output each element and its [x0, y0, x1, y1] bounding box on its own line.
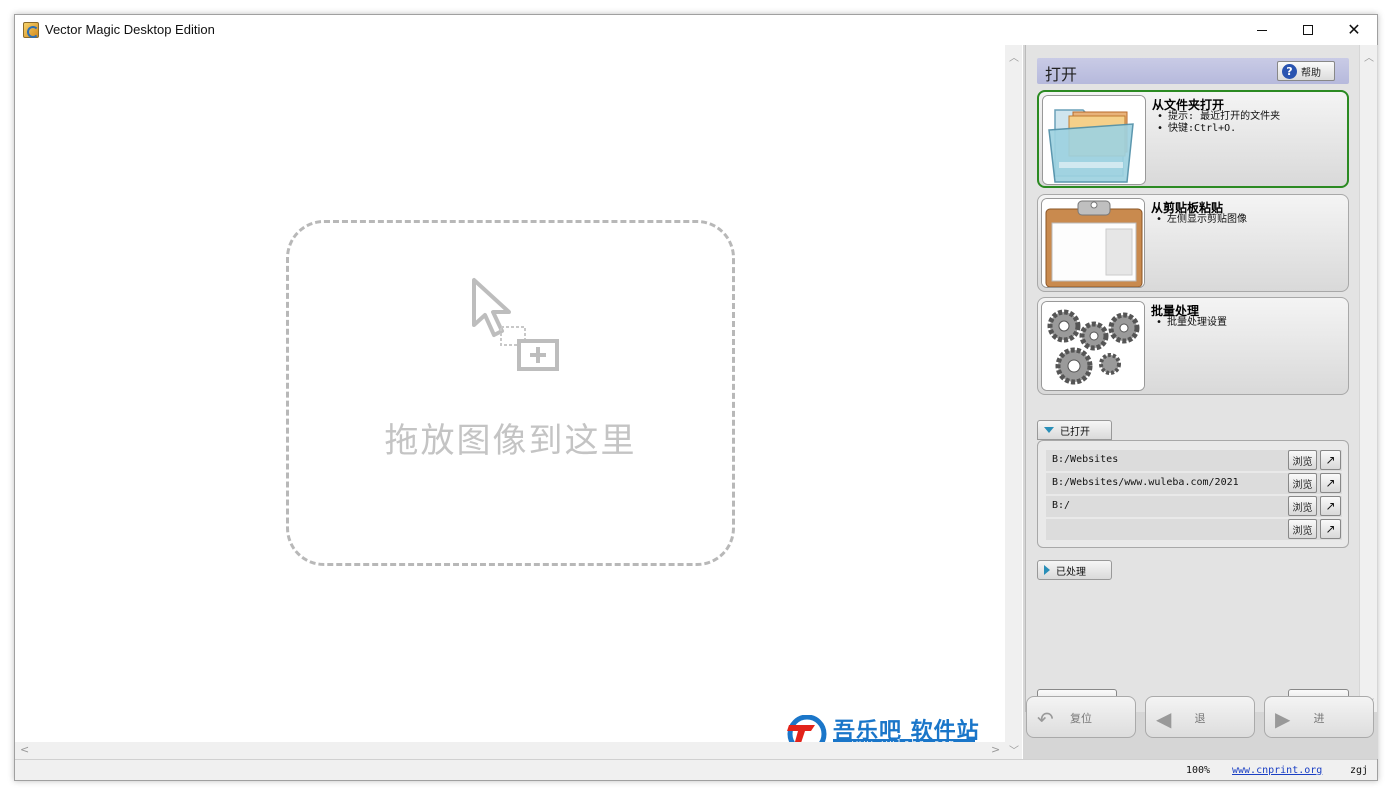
card-bullets: 提示: 最近打开的文件夹 快键:Ctrl+O. [1157, 111, 1280, 135]
back-button[interactable]: ◀ 退 [1145, 696, 1255, 738]
browse-button[interactable]: 浏览 [1288, 496, 1317, 516]
drag-drop-cursor-icon [472, 278, 559, 371]
scroll-right-icon[interactable]: > [991, 743, 1000, 756]
open-from-folder-card[interactable]: 从文件夹打开 提示: 最近打开的文件夹 快键:Ctrl+O. [1037, 90, 1349, 188]
status-bar: 100% www.cnprint.org zgj [15, 759, 1377, 780]
minimize-button[interactable] [1239, 15, 1285, 45]
scroll-down-icon[interactable]: ﹀ [1009, 742, 1019, 757]
gears-thumbnail [1041, 301, 1145, 391]
recent-folder-path: B:/ [1052, 500, 1071, 511]
help-label: 帮助 [1301, 67, 1321, 79]
expand-down-icon [1044, 427, 1054, 433]
scroll-left-icon[interactable]: < [20, 743, 29, 756]
scroll-up-icon[interactable]: ︿ [1009, 49, 1019, 64]
open-external-icon[interactable]: ↗ [1320, 519, 1341, 539]
browse-button[interactable]: 浏览 [1288, 519, 1317, 539]
drop-hint-text: 拖放图像到这里 [384, 421, 637, 461]
opened-tab-label: 已打开 [1060, 426, 1090, 438]
opened-tab[interactable]: 已打开 [1037, 420, 1112, 440]
vertical-scrollbar[interactable]: ︿ ﹀ [1005, 45, 1022, 759]
card-bullet: 快键:Ctrl+O. [1157, 123, 1280, 135]
back-label: 退 [1194, 712, 1206, 725]
clipboard-icon [1042, 199, 1144, 287]
clipboard-thumbnail [1041, 198, 1145, 288]
card-bullet: 提示: 最近打开的文件夹 [1157, 111, 1280, 123]
app-logo-icon [23, 22, 39, 38]
help-button[interactable]: ? 帮助 [1277, 61, 1335, 81]
help-icon: ? [1282, 63, 1297, 79]
panel-header-title: 打开 [1045, 65, 1078, 84]
recent-folder-row[interactable]: 浏览 ↗ [1046, 519, 1342, 540]
card-bullets: 左侧显示剪贴图像 [1156, 214, 1247, 226]
recent-folder-row[interactable]: B:/Websites 浏览 ↗ [1046, 450, 1342, 471]
folder-icon [1043, 96, 1145, 184]
user-label: zgj [1350, 765, 1369, 776]
recent-folders-list: B:/Websites 浏览 ↗ B:/Websites/www.wuleba.… [1037, 440, 1349, 548]
panel-scrollbar[interactable]: ︿ ﹀ [1360, 45, 1377, 712]
zoom-level: 100% [1186, 765, 1211, 776]
panel-content: 打开 ? 帮助 从文件夹打开 • 提示: 最近打开的文件夹 • 快键:Ctrl+… [1025, 45, 1359, 712]
card-bullets: 批量处理设置 [1156, 317, 1227, 329]
gears-icon [1042, 302, 1144, 390]
paste-from-clipboard-card[interactable]: 从剪贴板粘贴 左侧显示剪贴图像 [1037, 194, 1349, 292]
folder-thumbnail [1042, 95, 1146, 185]
open-external-icon[interactable]: ↗ [1320, 496, 1341, 516]
website-link[interactable]: www.cnprint.org [1232, 765, 1322, 776]
card-bullet: 左侧显示剪贴图像 [1156, 214, 1247, 226]
recent-folder-row[interactable]: B:/ 浏览 ↗ [1046, 496, 1342, 517]
reset-button[interactable]: ↶ 复位 [1026, 696, 1136, 738]
minimize-icon [1257, 29, 1267, 31]
drop-zone[interactable]: 拖放图像到这里 [286, 220, 735, 566]
processed-tab-label: 已处理 [1056, 566, 1086, 578]
processed-tab[interactable]: 已处理 [1037, 560, 1112, 580]
horizontal-scrollbar[interactable]: < > [15, 742, 1005, 759]
reset-label: 复位 [1070, 712, 1092, 725]
scroll-up-icon[interactable]: ︿ [1364, 49, 1374, 64]
right-panel: 打开 ? 帮助 从文件夹打开 • 提示: 最近打开的文件夹 • 快键:Ctrl+… [1023, 45, 1378, 759]
maximize-icon [1303, 25, 1313, 35]
recent-folder-row[interactable]: B:/Websites/www.wuleba.com/2021 浏览 ↗ [1046, 473, 1342, 494]
forward-label: 进 [1313, 712, 1325, 725]
close-icon: ✕ [1347, 20, 1361, 39]
close-button[interactable]: ✕ [1331, 15, 1377, 45]
recent-folder-path: B:/Websites/www.wuleba.com/2021 [1052, 477, 1239, 488]
window-title: Vector Magic Desktop Edition [45, 22, 215, 37]
open-external-icon[interactable]: ↗ [1320, 450, 1341, 470]
recent-folder-path: B:/Websites [1052, 454, 1119, 465]
card-bullet: 批量处理设置 [1156, 317, 1227, 329]
batch-processing-card[interactable]: 批量处理 批量处理设置 [1037, 297, 1349, 395]
app-window: Vector Magic Desktop Edition ✕ 拖放图像到这里 吾… [14, 14, 1378, 781]
browse-button[interactable]: 浏览 [1288, 450, 1317, 470]
image-canvas[interactable]: 拖放图像到这里 吾乐吧 软件站 www.wuleba.com [15, 45, 1005, 753]
forward-button[interactable]: ▶ 进 [1264, 696, 1374, 738]
expand-right-icon [1044, 565, 1050, 575]
panel-header: 打开 ? 帮助 [1037, 58, 1349, 84]
browse-button[interactable]: 浏览 [1288, 473, 1317, 493]
open-external-icon[interactable]: ↗ [1320, 473, 1341, 493]
maximize-button[interactable] [1285, 15, 1331, 45]
title-bar: Vector Magic Desktop Edition ✕ [15, 15, 1377, 45]
